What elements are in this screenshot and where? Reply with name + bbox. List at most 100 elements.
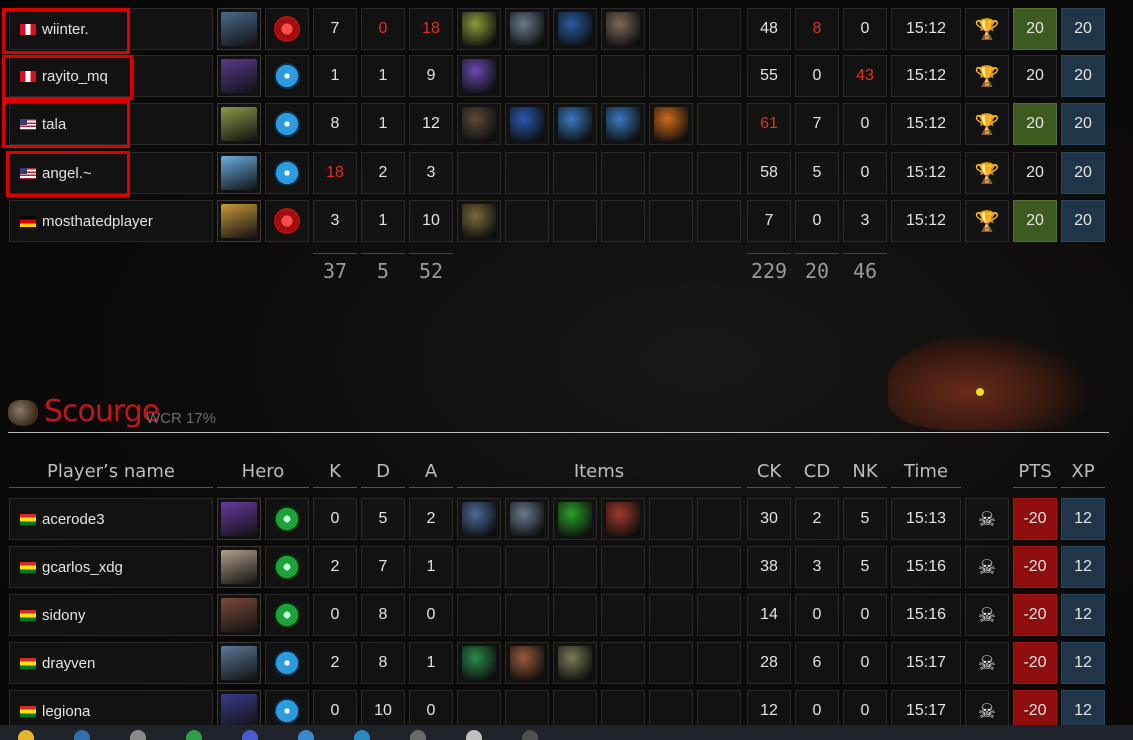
item-slot[interactable] [505, 103, 549, 145]
item-slot[interactable] [553, 498, 597, 540]
header-nk[interactable]: NK [843, 455, 887, 488]
item-slot[interactable] [505, 498, 549, 540]
item-icon[interactable] [558, 502, 592, 536]
item-icon[interactable] [558, 12, 592, 46]
k-cell: 2 [313, 642, 357, 684]
header-k[interactable]: K [313, 455, 357, 488]
item-slot [649, 200, 693, 242]
player-name-link[interactable]: sidony [42, 607, 85, 624]
hero-portrait[interactable] [217, 546, 261, 588]
item-slot[interactable] [553, 8, 597, 50]
player-name-link[interactable]: legiona [42, 703, 90, 720]
taskbar-browser-icon[interactable] [186, 730, 202, 740]
item-slot[interactable] [457, 103, 501, 145]
xp-value: 12 [1074, 702, 1092, 719]
a-cell: 9 [409, 55, 453, 97]
item-slot[interactable] [601, 498, 645, 540]
player-name-link[interactable]: gcarlos_xdg [42, 559, 123, 576]
header-cd[interactable]: CD [795, 455, 839, 488]
xp-cell: 12 [1061, 594, 1105, 636]
item-slot[interactable] [457, 8, 501, 50]
taskbar-app-icon[interactable] [298, 730, 314, 740]
item-slot[interactable] [553, 642, 597, 684]
item-slot[interactable] [505, 642, 549, 684]
taskbar-app-icon[interactable] [522, 730, 538, 740]
item-slot[interactable] [601, 103, 645, 145]
d-value: 1 [378, 115, 388, 132]
item-icon[interactable] [606, 12, 640, 46]
hero-icon [221, 204, 257, 238]
hero-portrait[interactable] [217, 594, 261, 636]
item-icon[interactable] [462, 204, 496, 238]
scourge-creature-art [888, 334, 1088, 430]
player-name-link[interactable]: mosthatedplayer [42, 213, 153, 230]
d-cell: 1 [361, 55, 405, 97]
header-time[interactable]: Time [891, 455, 961, 488]
header-a[interactable]: A [409, 455, 453, 488]
hero-portrait[interactable] [217, 200, 261, 242]
item-slot[interactable] [457, 498, 501, 540]
a-cell: 18 [409, 8, 453, 50]
header-ck[interactable]: CK [747, 455, 791, 488]
xp-value: 12 [1074, 654, 1092, 671]
hero-portrait[interactable] [217, 642, 261, 684]
hero-icon [221, 502, 257, 536]
item-slot[interactable] [553, 103, 597, 145]
item-icon[interactable] [462, 12, 496, 46]
hero-icon [221, 550, 257, 584]
item-icon[interactable] [510, 646, 544, 680]
item-icon[interactable] [510, 502, 544, 536]
player-name-cell[interactable]: sidony [9, 594, 213, 636]
item-slot[interactable] [457, 200, 501, 242]
taskbar-app-icon[interactable] [242, 730, 258, 740]
item-icon[interactable] [462, 107, 496, 141]
item-icon[interactable] [558, 646, 592, 680]
header-pts[interactable]: PTS [1013, 455, 1057, 488]
player-name-cell[interactable]: mosthatedplayer [9, 200, 213, 242]
player-name-cell[interactable]: drayven [9, 642, 213, 684]
header-hero[interactable]: Hero [217, 455, 309, 488]
faction-icon [274, 160, 300, 186]
item-icon[interactable] [510, 107, 544, 141]
nk-cell: 0 [843, 594, 887, 636]
player-name-link[interactable]: acerode3 [42, 511, 105, 528]
taskbar-app-icon[interactable] [74, 730, 90, 740]
taskbar-app-icon[interactable] [466, 730, 482, 740]
player-name-link[interactable]: drayven [42, 655, 95, 672]
taskbar-app-icon[interactable] [130, 730, 146, 740]
player-name-cell[interactable]: gcarlos_xdg [9, 546, 213, 588]
hero-portrait[interactable] [217, 152, 261, 194]
time-cell: 15:12 [891, 200, 961, 242]
item-icon[interactable] [654, 107, 688, 141]
item-slot[interactable] [649, 103, 693, 145]
taskbar-app-icon[interactable] [410, 730, 426, 740]
k-cell: 1 [313, 55, 357, 97]
item-icon[interactable] [462, 59, 496, 93]
item-slot[interactable] [457, 55, 501, 97]
pts-value: 20 [1026, 164, 1044, 181]
item-slot[interactable] [505, 8, 549, 50]
item-icon[interactable] [606, 107, 640, 141]
hero-portrait[interactable] [217, 103, 261, 145]
time-value: 15:17 [905, 702, 947, 719]
hero-portrait[interactable] [217, 498, 261, 540]
player-name-cell[interactable]: acerode3 [9, 498, 213, 540]
time-cell: 15:12 [891, 8, 961, 50]
cd-cell: 7 [795, 103, 839, 145]
taskbar-folder-icon[interactable] [18, 730, 34, 740]
skull-icon: ☠ [978, 700, 996, 723]
item-icon[interactable] [462, 502, 496, 536]
item-icon[interactable] [462, 646, 496, 680]
total-ck: 229 [747, 253, 791, 288]
taskbar-app-icon[interactable] [354, 730, 370, 740]
hero-portrait[interactable] [217, 55, 261, 97]
item-slot[interactable] [601, 8, 645, 50]
item-icon[interactable] [606, 502, 640, 536]
hero-portrait[interactable] [217, 8, 261, 50]
header-xp[interactable]: XP [1061, 455, 1105, 488]
header-d[interactable]: D [361, 455, 405, 488]
result-cell: ☠ [965, 594, 1009, 636]
item-icon[interactable] [510, 12, 544, 46]
item-icon[interactable] [558, 107, 592, 141]
item-slot[interactable] [457, 642, 501, 684]
